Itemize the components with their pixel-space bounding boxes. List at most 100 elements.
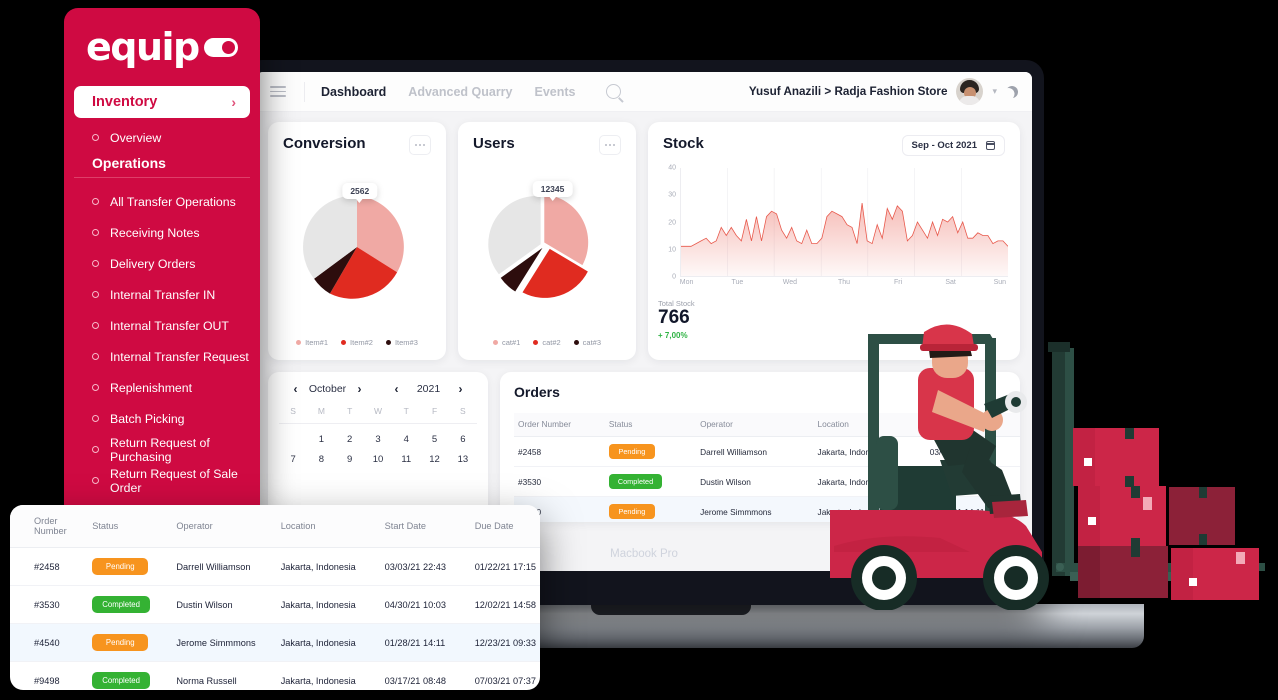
stock-area-chart: 40 30 20 10 0 Mon Tue Wed Thu Fri Sat Su…: [652, 164, 1008, 293]
calendar-day[interactable]: 6: [449, 434, 477, 445]
prev-month-button[interactable]: ‹: [291, 382, 301, 396]
calendar-day[interactable]: 13: [449, 454, 477, 465]
legend-label: Item#1: [305, 338, 329, 347]
column-header: Operator: [696, 413, 814, 437]
calendar-day[interactable]: 10: [364, 454, 392, 465]
date-range-picker[interactable]: Sep - Oct 2021: [901, 135, 1005, 156]
bullet-icon: [92, 477, 99, 484]
calendar-day[interactable]: 12: [420, 454, 448, 465]
calendar-month-nav: ‹ October ›: [279, 382, 376, 396]
more-options-icon[interactable]: [599, 135, 621, 155]
table-row[interactable]: #9498 Completed Norma Russell Jakarta, I…: [10, 661, 540, 690]
day-header: F: [431, 406, 438, 416]
equip-logo: equip: [86, 25, 200, 69]
sidebar: equip Inventory › Overview Operations Al…: [64, 8, 260, 520]
next-year-button[interactable]: ›: [456, 382, 466, 396]
calendar-dates: 1 2 3 4 5 6 7 8 9 10 11 12 13: [279, 434, 477, 465]
card-title: Stock: [663, 135, 704, 152]
stock-y-axis: 40 30 20 10 0: [652, 164, 678, 281]
status-badge: Completed: [608, 474, 663, 489]
calendar-day[interactable]: 1: [307, 434, 335, 445]
column-header: Order Number: [514, 413, 605, 437]
sidebar-item-label: All Transfer Operations: [110, 194, 236, 209]
dark-mode-icon[interactable]: [1006, 86, 1018, 98]
calendar-day[interactable]: 3: [364, 434, 392, 445]
status-badge: Completed: [92, 672, 150, 689]
status-badge: Pending: [608, 444, 655, 459]
bullet-icon: [92, 260, 99, 267]
forklift-illustration: [820, 320, 1278, 610]
legend-item: Item#2: [341, 338, 373, 347]
legend-item: Item#1: [296, 338, 328, 347]
column-header-operator: Operator: [176, 505, 281, 548]
chevron-down-icon[interactable]: ▾: [992, 86, 997, 97]
avatar[interactable]: [956, 78, 984, 105]
sidebar-item-all-transfer-operations[interactable]: All Transfer Operations: [64, 186, 260, 217]
tab-advanced-quarry[interactable]: Advanced Quarry: [408, 85, 512, 99]
tab-dashboard[interactable]: Dashboard: [321, 85, 386, 99]
sidebar-item-inventory[interactable]: Inventory ›: [74, 86, 250, 118]
sidebar-item-label: Replenishment: [110, 380, 193, 395]
more-options-icon[interactable]: [409, 135, 431, 155]
sidebar-item-internal-transfer-out[interactable]: Internal Transfer OUT: [64, 310, 260, 341]
sidebar-item-replenishment[interactable]: Replenishment: [64, 372, 260, 403]
sidebar-item-internal-transfer-in[interactable]: Internal Transfer IN: [64, 279, 260, 310]
day-header: W: [373, 406, 382, 416]
calendar-day[interactable]: 2: [336, 434, 364, 445]
table-row[interactable]: #3530 Completed Dustin Wilson Jakarta, I…: [10, 585, 540, 624]
y-tick: 40: [668, 164, 676, 172]
conversion-legend: Item#1 Item#2 Item#3: [268, 338, 446, 360]
prev-year-button[interactable]: ‹: [392, 382, 402, 396]
bullet-icon: [92, 322, 99, 329]
sidebar-item-batch-picking[interactable]: Batch Picking: [64, 403, 260, 434]
sidebar-item-internal-transfer-request[interactable]: Internal Transfer Request: [64, 341, 260, 372]
sidebar-item-overview[interactable]: Overview: [64, 122, 260, 153]
next-month-button[interactable]: ›: [355, 382, 365, 396]
cell-operator: Norma Russell: [176, 661, 281, 690]
calendar-day[interactable]: 5: [420, 434, 448, 445]
sidebar-header: equip: [64, 8, 260, 70]
cell-start-date: 01/28/21 14:11: [384, 623, 475, 662]
calendar-day[interactable]: 7: [279, 454, 307, 465]
bullet-icon: [92, 384, 99, 391]
sidebar-item-return-request-sale-order[interactable]: Return Request of Sale Order: [64, 465, 260, 496]
chevron-right-icon: ›: [231, 94, 236, 110]
sidebar-section-operations: Operations: [74, 153, 250, 178]
table-header-row: Order Number Status Operator Location St…: [10, 505, 540, 548]
tab-events[interactable]: Events: [535, 85, 576, 99]
bullet-icon: [92, 134, 99, 141]
calendar-day[interactable]: [279, 434, 307, 445]
hamburger-menu-icon[interactable]: [270, 86, 286, 97]
sidebar-collapse-toggle[interactable]: [204, 37, 238, 57]
sidebar-item-delivery-orders[interactable]: Delivery Orders: [64, 248, 260, 279]
calendar-day[interactable]: 8: [307, 454, 335, 465]
sidebar-item-label: Overview: [110, 130, 162, 145]
cell-order-number: #3530: [514, 466, 605, 497]
cell-due-date: 01/22/21 17:15: [474, 547, 540, 586]
legend-item: cat#3: [573, 338, 601, 347]
status-badge: Pending: [92, 634, 149, 651]
cell-operator: Darrell Williamson: [176, 547, 281, 586]
conversion-pie-chart: 2562: [268, 155, 446, 338]
day-header: S: [460, 406, 466, 416]
cell-operator: Dustin Wilson: [176, 585, 281, 624]
x-tick: Tue: [731, 279, 744, 286]
chart-tooltip: 2562: [342, 183, 378, 203]
sidebar-item-label: Inventory: [92, 94, 158, 110]
pie-svg: [303, 195, 404, 299]
search-icon[interactable]: [605, 84, 621, 99]
card-calendar: ‹ October › ‹ 2021 › S M T W T F S 1 2 3…: [268, 372, 488, 522]
cell-operator: Jerome Simmmons: [696, 496, 814, 522]
x-tick: Fri: [894, 279, 903, 286]
sidebar-item-receiving-notes[interactable]: Receiving Notes: [64, 217, 260, 248]
sidebar-item-return-request-purchasing[interactable]: Return Request of Purchasing: [64, 434, 260, 465]
table-row[interactable]: #4540 Pending Jerome Simmmons Jakarta, I…: [10, 623, 540, 662]
table-row[interactable]: #2458 Pending Darrell Williamson Jakarta…: [10, 547, 540, 586]
calendar-day-headers: S M T W T F S: [279, 406, 477, 416]
status-badge: Completed: [92, 596, 150, 613]
calendar-day[interactable]: 9: [336, 454, 364, 465]
calendar-day[interactable]: 4: [392, 434, 420, 445]
day-header: T: [347, 406, 353, 416]
x-tick: Wed: [782, 279, 798, 286]
calendar-day[interactable]: 11: [392, 454, 420, 465]
